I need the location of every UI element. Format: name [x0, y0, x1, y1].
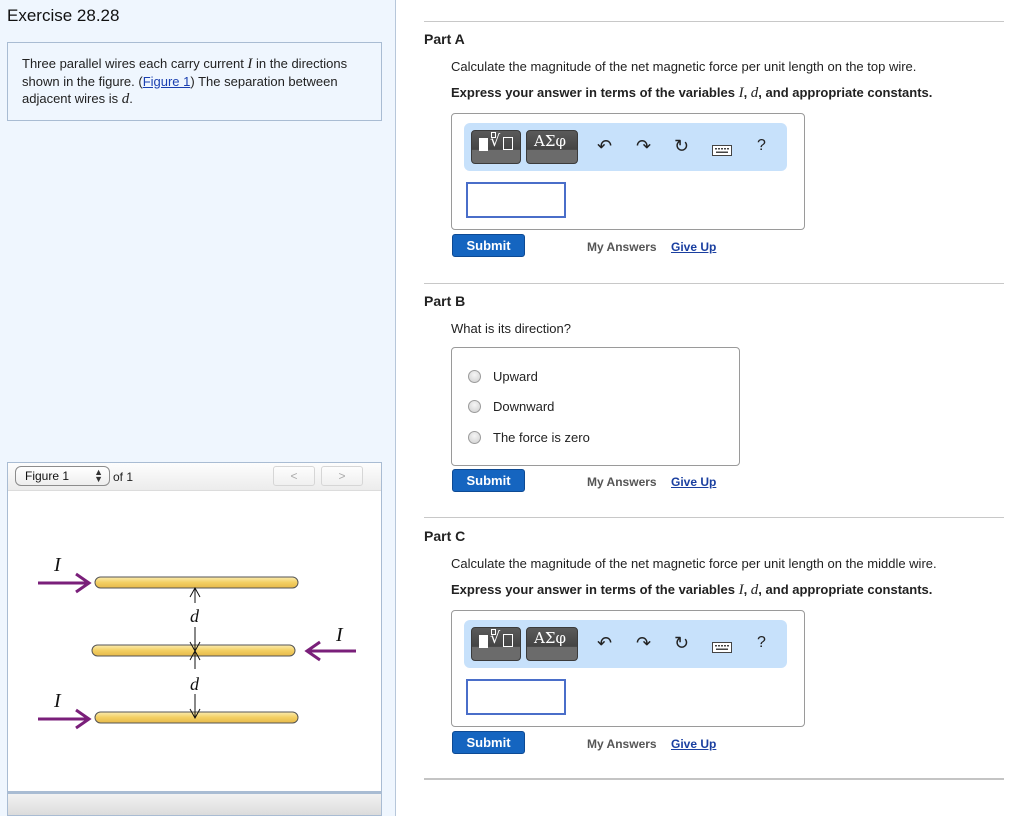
- part-c-answer-input[interactable]: [466, 679, 566, 715]
- instruction-text: ,: [743, 582, 751, 597]
- keyboard-icon[interactable]: [712, 141, 732, 159]
- separator: [424, 517, 1004, 518]
- templates-button[interactable]: √: [471, 130, 521, 164]
- bottom-current-label: I: [53, 690, 62, 712]
- keyboard-icon[interactable]: [712, 638, 732, 656]
- templates-button[interactable]: √: [471, 627, 521, 661]
- instruction-text: Express your answer in terms of the vari…: [451, 85, 739, 100]
- reset-icon[interactable]: ↻: [674, 634, 689, 652]
- top-wire: [94, 576, 299, 589]
- part-b-my-answers-link[interactable]: My Answers: [587, 475, 657, 489]
- part-c-instruction: Express your answer in terms of the vari…: [451, 582, 932, 599]
- part-b-submit-button[interactable]: Submit: [452, 469, 525, 492]
- separation-label-bottom: d: [190, 674, 200, 694]
- instruction-text: ,: [743, 85, 751, 100]
- help-icon[interactable]: ?: [757, 634, 766, 652]
- template-block-icon: [479, 138, 488, 151]
- radicand-box-icon: [503, 137, 513, 150]
- part-a-answer-box: √ ΑΣφ ↶ ↷ ↻ ?: [451, 113, 805, 230]
- figure-select[interactable]: Figure 1 ▲ ▼: [15, 466, 110, 486]
- undo-icon[interactable]: ↶: [597, 137, 612, 155]
- part-a-question: Calculate the magnitude of the net magne…: [451, 59, 917, 74]
- separation-label-top: d: [190, 606, 200, 626]
- part-c-title: Part C: [424, 528, 466, 544]
- instruction-text: , and appropriate constants.: [758, 85, 933, 100]
- exercise-title: Exercise 28.28: [7, 6, 120, 25]
- part-b-give-up-link[interactable]: Give Up: [671, 475, 716, 489]
- intro-text: Three parallel wires each carry current: [22, 56, 248, 71]
- part-c-submit-button[interactable]: Submit: [452, 731, 525, 754]
- template-block-icon: [479, 635, 488, 648]
- reset-icon[interactable]: ↻: [674, 137, 689, 155]
- radical-icon: √: [490, 131, 501, 150]
- greek-symbols-button[interactable]: ΑΣφ: [526, 627, 578, 661]
- part-a-submit-button[interactable]: Submit: [452, 234, 525, 257]
- part-b-title: Part B: [424, 293, 466, 309]
- radical-icon: √: [490, 628, 501, 647]
- help-icon[interactable]: ?: [757, 137, 766, 155]
- wires-figure: I I I d d: [38, 554, 356, 730]
- top-current-label: I: [53, 554, 62, 576]
- radio-button[interactable]: [468, 400, 481, 413]
- math-toolbar: √ ΑΣφ ↶ ↷ ↻ ?: [464, 123, 787, 171]
- part-a-give-up-link[interactable]: Give Up: [671, 240, 716, 254]
- redo-icon[interactable]: ↷: [636, 137, 651, 155]
- part-b-question: What is its direction?: [451, 321, 571, 336]
- part-c-answer-box: √ ΑΣφ ↶ ↷ ↻ ?: [451, 610, 805, 727]
- figure-footer: [8, 791, 381, 815]
- part-c-question: Calculate the magnitude of the net magne…: [451, 556, 937, 571]
- part-a-instruction: Express your answer in terms of the vari…: [451, 85, 932, 102]
- middle-current-label: I: [335, 624, 344, 646]
- bottom-current-arrow: [38, 708, 92, 730]
- bottom-wire: [94, 711, 299, 724]
- middle-current-arrow: [304, 640, 356, 662]
- separator: [424, 778, 1004, 780]
- radio-button[interactable]: [468, 370, 481, 383]
- option-label: The force is zero: [493, 430, 590, 445]
- part-b-options: Upward Downward The force is zero: [451, 347, 740, 466]
- option-label: Upward: [493, 369, 538, 384]
- top-current-arrow: [38, 572, 92, 594]
- radio-button[interactable]: [468, 431, 481, 444]
- exercise-panel: Exercise 28.28 Three parallel wires each…: [0, 0, 396, 816]
- separator: [424, 21, 1004, 22]
- redo-icon[interactable]: ↷: [636, 634, 651, 652]
- figure-count: of 1: [113, 470, 134, 484]
- separator: [424, 283, 1004, 284]
- part-a-my-answers-link[interactable]: My Answers: [587, 240, 657, 254]
- part-c-my-answers-link[interactable]: My Answers: [587, 737, 657, 751]
- part-a-answer-input[interactable]: [466, 182, 566, 218]
- next-figure-button[interactable]: >: [321, 466, 363, 486]
- intro-text: .: [129, 91, 133, 106]
- math-toolbar: √ ΑΣφ ↶ ↷ ↻ ?: [464, 620, 787, 668]
- undo-icon[interactable]: ↶: [597, 634, 612, 652]
- part-c-give-up-link[interactable]: Give Up: [671, 737, 716, 751]
- part-a-title: Part A: [424, 31, 465, 47]
- figure-link[interactable]: Figure 1: [143, 74, 191, 89]
- figure-toolbar: Figure 1 ▲ ▼ of 1 < >: [8, 463, 381, 491]
- problem-statement: Three parallel wires each carry current …: [7, 42, 382, 121]
- radicand-box-icon: [503, 634, 513, 647]
- figure-viewer: Figure 1 ▲ ▼ of 1 < > I I I d d: [7, 462, 382, 816]
- instruction-text: Express your answer in terms of the vari…: [451, 582, 739, 597]
- previous-figure-button[interactable]: <: [273, 466, 315, 486]
- select-arrows-icon: ▲ ▼: [94, 467, 103, 484]
- greek-symbols-button[interactable]: ΑΣφ: [526, 130, 578, 164]
- instruction-text: , and appropriate constants.: [758, 582, 933, 597]
- option-label: Downward: [493, 399, 555, 414]
- figure-select-value: Figure 1: [25, 469, 70, 483]
